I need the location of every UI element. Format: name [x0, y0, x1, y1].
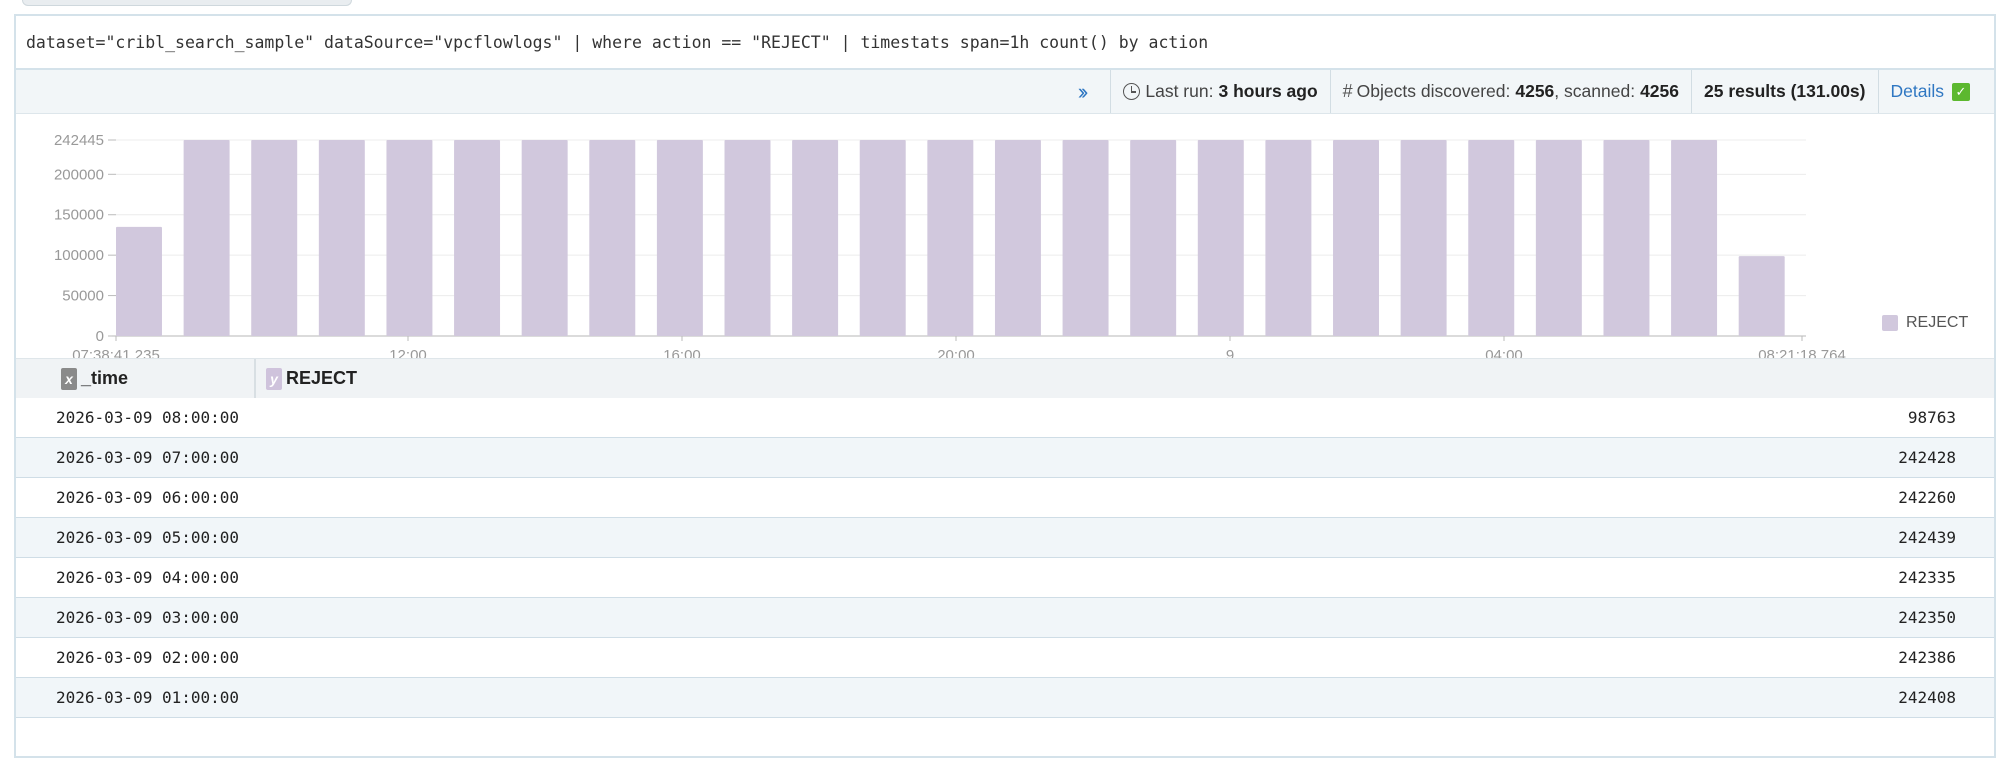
y-tick-label: 150000	[54, 207, 104, 224]
bar-reject	[656, 140, 703, 336]
cell-time: 2026-03-09 05:00:00	[56, 528, 240, 547]
objects-status: # Objects discovered: 4256, scanned: 425…	[1329, 70, 1691, 113]
cell-reject-count: 242439	[1898, 528, 1956, 547]
bar-reject	[589, 140, 636, 336]
table-row[interactable]: 2026-03-09 04:00:00 242335	[16, 558, 1994, 598]
results-table-header: x _time y REJECT	[16, 358, 1994, 398]
bar-reject	[1535, 140, 1582, 336]
bar-reject	[386, 140, 433, 336]
cell-reject-count: 242386	[1898, 648, 1956, 667]
bar-reject	[454, 140, 501, 336]
objects-discovered-value: 4256	[1515, 81, 1555, 101]
bar-reject	[1130, 140, 1177, 336]
bar-reject	[1468, 140, 1515, 336]
table-row[interactable]: 2026-03-09 02:00:00 242386	[16, 638, 1994, 678]
y-tick-label: 0	[96, 328, 104, 345]
double-chevron-right-icon[interactable]: ››	[1078, 79, 1099, 105]
cell-time: 2026-03-09 04:00:00	[56, 568, 240, 587]
bar-reject	[1671, 140, 1718, 336]
column-name-reject: REJECT	[286, 368, 358, 388]
cell-reject-count: 242428	[1898, 448, 1956, 467]
bar-reject	[116, 226, 162, 336]
cell-time: 2026-03-09 06:00:00	[56, 488, 240, 507]
bar-reject	[994, 140, 1041, 336]
cell-reject-count: 242335	[1898, 568, 1956, 587]
checkmark-icon: ✓	[1952, 82, 1970, 101]
bar-reject	[183, 140, 230, 336]
column-header-time[interactable]: x _time	[16, 359, 256, 398]
bar-chart-svg: 242445 200000 150000 100000 50000 0 07:38:41 2…	[54, 132, 1846, 358]
bar-reject	[1333, 140, 1380, 336]
cell-reject-count: 242350	[1898, 608, 1956, 627]
bar-reject	[792, 140, 839, 336]
details-section: Details ✓	[1877, 70, 1983, 113]
x-tick-label: 08:21:18 764	[1758, 347, 1846, 358]
cell-reject-count: 98763	[1907, 408, 1956, 427]
table-row[interactable]: 2026-03-09 08:00:00 98763	[16, 398, 1994, 438]
bar-reject	[1265, 140, 1312, 336]
bar-reject	[1062, 140, 1109, 336]
bar-reject	[859, 140, 906, 336]
previous-panel-tab	[22, 0, 352, 6]
y-tick-label: 200000	[54, 166, 104, 183]
y-tick-label: 100000	[54, 247, 104, 264]
cell-time: 2026-03-09 08:00:00	[56, 408, 240, 427]
cell-time: 2026-03-09 07:00:00	[56, 448, 240, 467]
bar-reject	[1738, 256, 1785, 336]
bar-reject	[318, 140, 365, 336]
x-tick-label: 9	[1226, 347, 1234, 358]
timestats-chart: 242445 200000 150000 100000 50000 0 07:38:41 2…	[16, 114, 1994, 358]
table-row[interactable]: 2026-03-09 06:00:00 242260	[16, 478, 1994, 518]
y-tick-label: 242445	[54, 132, 104, 149]
x-tick-label: 04:00	[1485, 347, 1523, 358]
bar-reject	[1197, 140, 1244, 336]
table-row[interactable]: 2026-03-09 03:00:00 242350	[16, 598, 1994, 638]
cell-time: 2026-03-09 03:00:00	[56, 608, 240, 627]
cell-time: 2026-03-09 02:00:00	[56, 648, 240, 667]
status-bar: ›› Last run: 3 hours ago # Objects disco…	[16, 70, 1994, 114]
details-link[interactable]: Details	[1891, 81, 1945, 102]
results-table-body: 2026-03-09 08:00:00 98763 2026-03-09 07:…	[16, 398, 1994, 718]
x-tick-label: 20:00	[937, 347, 975, 358]
objects-discovered-label: Objects discovered:	[1356, 81, 1511, 101]
results-count-text: 25 results (131.00s)	[1704, 81, 1866, 101]
x-axis-badge-icon: x	[61, 367, 77, 390]
y-axis-badge-icon: y	[266, 367, 282, 390]
legend-swatch-reject	[1882, 315, 1898, 331]
column-name-time: _time	[81, 368, 129, 388]
last-run-status: Last run: 3 hours ago	[1110, 70, 1329, 113]
bar-reject	[1400, 140, 1447, 336]
table-row[interactable]: 2026-03-09 07:00:00 242428	[16, 438, 1994, 478]
results-count: 25 results (131.00s)	[1691, 70, 1878, 113]
objects-scanned-value: 4256	[1640, 81, 1679, 101]
x-tick-label: 16:00	[663, 347, 701, 358]
x-tick-label: 07:38:41 235	[72, 347, 160, 358]
y-tick-label: 50000	[62, 288, 104, 305]
cell-reject-count: 242408	[1898, 688, 1956, 707]
chart-legend[interactable]: REJECT	[1882, 314, 1968, 332]
cell-reject-count: 242260	[1898, 488, 1956, 507]
bar-reject	[251, 140, 298, 336]
hash-icon: #	[1342, 81, 1353, 101]
table-row[interactable]: 2026-03-09 05:00:00 242439	[16, 518, 1994, 558]
bar-reject	[521, 140, 568, 336]
x-tick-label: 12:00	[389, 347, 427, 358]
bar-reject	[724, 140, 771, 336]
column-header-reject[interactable]: y REJECT	[256, 359, 357, 398]
legend-label-reject: REJECT	[1906, 314, 1969, 331]
objects-scanned-label: scanned:	[1564, 81, 1636, 101]
search-results-panel: dataset="cribl_search_sample" dataSource…	[14, 14, 1996, 758]
cell-time: 2026-03-09 01:00:00	[56, 688, 240, 707]
bar-reject	[927, 140, 974, 336]
expand-toggle[interactable]: ››	[1066, 70, 1111, 113]
last-run-value: 3 hours ago	[1218, 81, 1318, 101]
bar-reject	[1603, 140, 1650, 336]
search-query-input[interactable]: dataset="cribl_search_sample" dataSource…	[16, 16, 1994, 70]
last-run-label: Last run:	[1145, 81, 1214, 101]
clock-icon	[1123, 83, 1141, 100]
table-row[interactable]: 2026-03-09 01:00:00 242408	[16, 678, 1994, 718]
